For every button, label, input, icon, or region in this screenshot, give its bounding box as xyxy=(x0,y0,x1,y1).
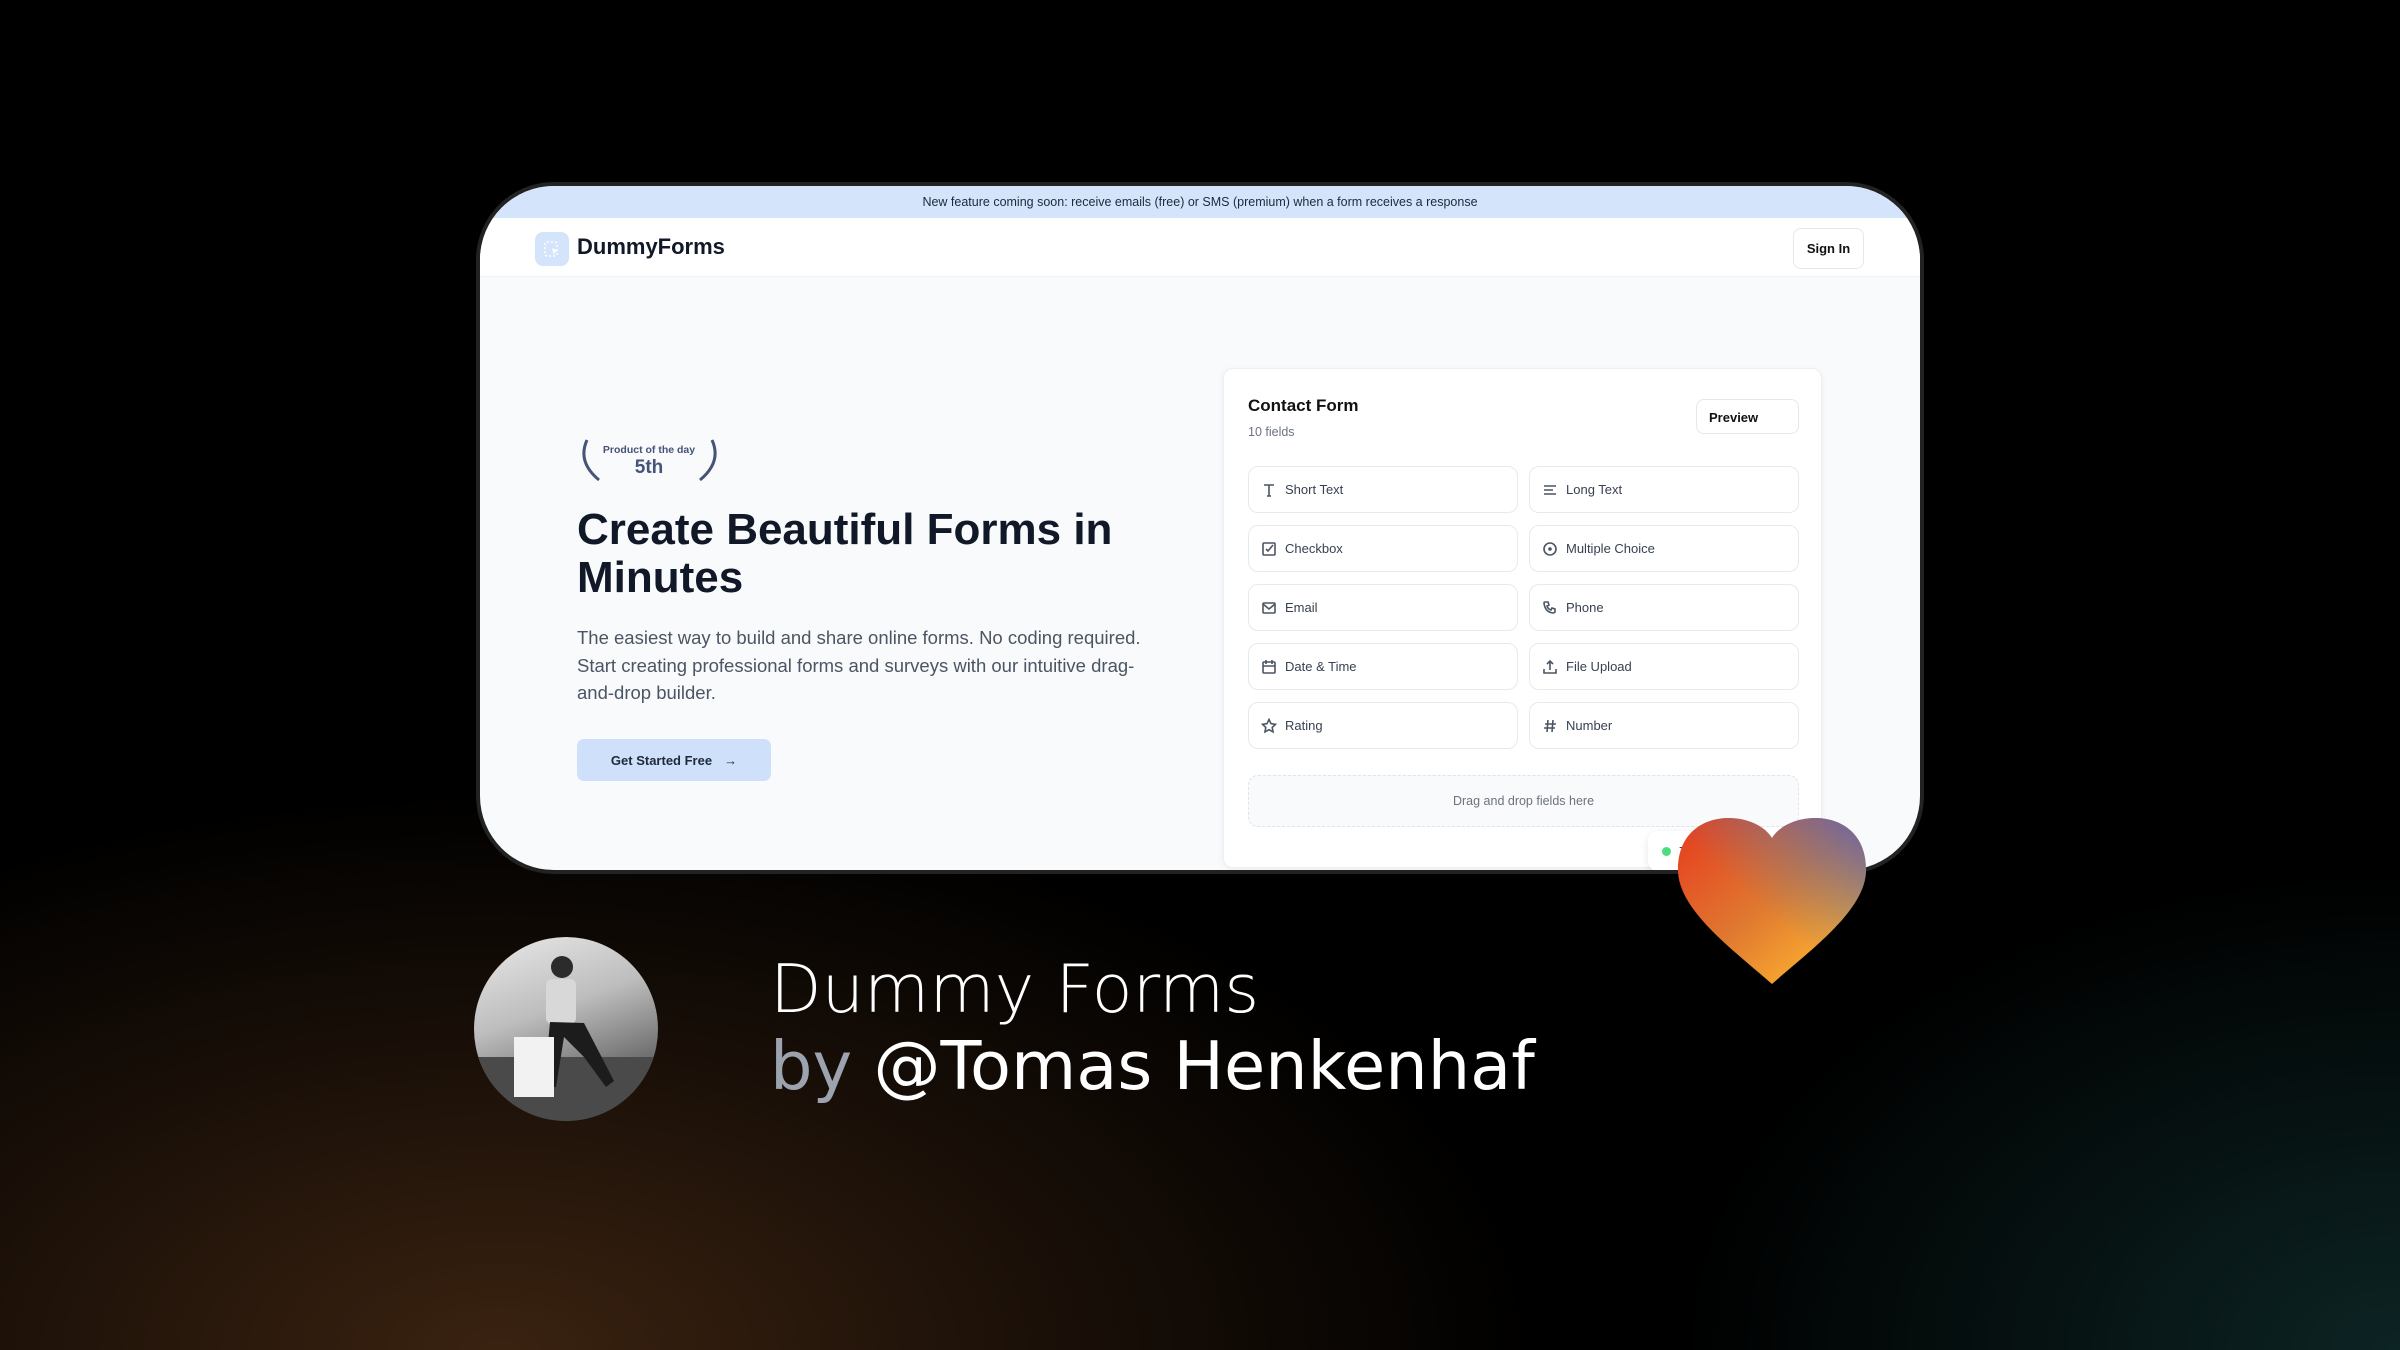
logo-icon[interactable] xyxy=(535,232,569,266)
author-name: @Tomas Henkenhaf xyxy=(873,1027,1535,1105)
form-title: Contact Form xyxy=(1248,396,1359,415)
align-left-icon xyxy=(1544,484,1556,495)
author-line: by @Tomas Henkenhaf xyxy=(770,1027,1535,1105)
field-label: Multiple Choice xyxy=(1566,541,1655,556)
hash-icon xyxy=(1544,719,1556,732)
mail-icon xyxy=(1262,601,1276,614)
author-avatar xyxy=(474,937,658,1121)
field-label: Email xyxy=(1285,600,1318,615)
preview-button[interactable]: Preview xyxy=(1696,399,1799,434)
hero-description: The easiest way to build and share onlin… xyxy=(577,627,1141,703)
phone-icon xyxy=(1543,600,1556,614)
by-label: by xyxy=(770,1027,853,1105)
form-builder-card: Contact Form 10 fields Preview Short Tex… xyxy=(1223,368,1822,868)
field-checkbox[interactable]: Checkbox xyxy=(1248,525,1518,572)
field-label: File Upload xyxy=(1566,659,1632,674)
field-label: Phone xyxy=(1566,600,1604,615)
badge-rank: 5th xyxy=(634,457,664,478)
field-label: Rating xyxy=(1285,718,1323,733)
star-icon xyxy=(1261,717,1277,733)
field-multiple-choice[interactable]: Multiple Choice xyxy=(1529,525,1799,572)
website-screen: New feature coming soon: receive emails … xyxy=(480,186,1920,870)
field-palette: Short Text Long Text Checkbox Multiple C… xyxy=(1248,466,1799,749)
field-phone[interactable]: Phone xyxy=(1529,584,1799,631)
field-rating[interactable]: Rating xyxy=(1248,702,1518,749)
checkbox-icon xyxy=(1262,541,1276,556)
field-label: Checkbox xyxy=(1285,541,1343,556)
arrow-right-icon: → xyxy=(724,752,738,768)
radio-icon xyxy=(1543,541,1557,556)
field-label: Short Text xyxy=(1285,482,1344,497)
field-label: Date & Time xyxy=(1285,659,1357,674)
browser-frame: New feature coming soon: receive emails … xyxy=(476,182,1924,874)
site-header: DummyForms Sign In xyxy=(480,218,1920,277)
product-of-the-day-badge[interactable]: Product of the day 5th xyxy=(577,436,722,484)
field-email[interactable]: Email xyxy=(1248,584,1518,631)
badge-label: Product of the day xyxy=(602,444,696,456)
field-long-text[interactable]: Long Text xyxy=(1529,466,1799,513)
text-icon xyxy=(1264,483,1274,497)
announcement-banner: New feature coming soon: receive emails … xyxy=(480,186,1920,218)
product-name: Dummy Forms xyxy=(770,950,1260,1028)
brand-name[interactable]: DummyForms xyxy=(577,234,725,260)
get-started-button[interactable]: Get Started Free → xyxy=(577,739,771,781)
heart-icon xyxy=(1677,817,1867,984)
upload-icon xyxy=(1543,659,1557,674)
field-label: Number xyxy=(1566,718,1613,733)
status-dot-icon xyxy=(1662,846,1671,856)
field-file-upload[interactable]: File Upload xyxy=(1529,643,1799,690)
field-date-time[interactable]: Date & Time xyxy=(1248,643,1518,690)
field-count: 10 fields xyxy=(1248,425,1295,439)
hero-title: Create Beautiful Forms in Minutes xyxy=(577,505,1113,602)
field-short-text[interactable]: Short Text xyxy=(1248,466,1518,513)
field-label: Long Text xyxy=(1566,482,1623,497)
calendar-icon xyxy=(1262,659,1276,674)
sign-in-button[interactable]: Sign In xyxy=(1793,228,1864,269)
field-number[interactable]: Number xyxy=(1529,702,1799,749)
cta-label: Get Started Free xyxy=(610,752,713,768)
